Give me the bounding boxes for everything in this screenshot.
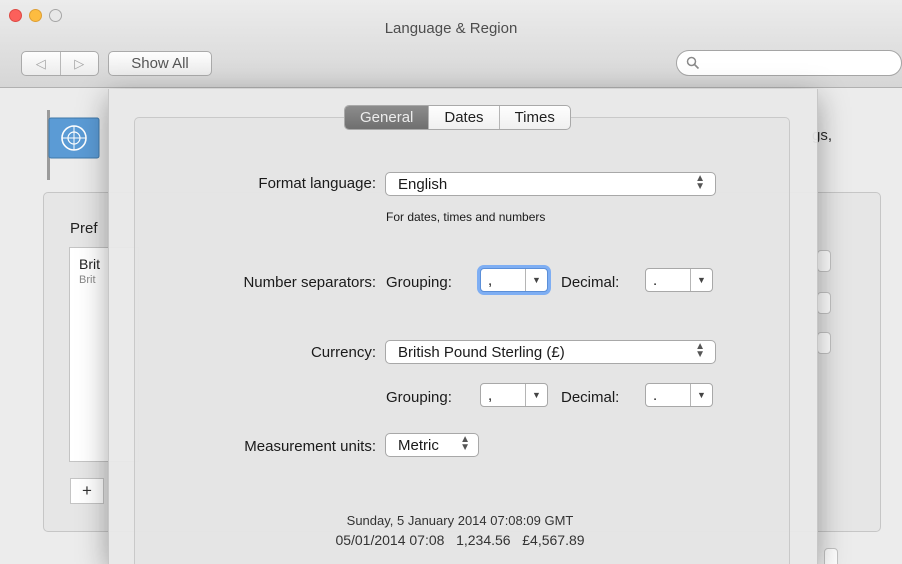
number-decimal-combo[interactable]: . ▼ xyxy=(645,268,713,292)
chevron-left-icon: ◁ xyxy=(35,55,46,71)
currency-grouping-combo[interactable]: , ▼ xyxy=(480,383,548,407)
chevron-down-icon[interactable]: ▼ xyxy=(525,269,547,291)
measurement-units-popup[interactable]: Metric ▲ ▼ xyxy=(385,433,479,457)
currency-decimal-label: Decimal: xyxy=(561,389,620,406)
united-nations-flag-icon xyxy=(47,110,100,180)
currency-grouping-value: , xyxy=(488,386,493,404)
updown-arrows-icon: ▲ ▼ xyxy=(460,434,470,453)
format-language-note: For dates, times and numbers xyxy=(386,210,546,224)
currency-decimal-value: . xyxy=(653,386,658,404)
forward-button[interactable]: ▷ xyxy=(59,52,99,75)
list-item-subtitle: Brit xyxy=(79,274,96,286)
format-language-label: Format language: xyxy=(258,175,376,192)
tab-general[interactable]: General xyxy=(345,106,429,129)
search-field[interactable] xyxy=(676,50,902,76)
first-day-popup[interactable] xyxy=(817,292,831,314)
currency-value: British Pound Sterling (£) xyxy=(398,343,565,361)
chevron-down-icon[interactable]: ▼ xyxy=(690,384,712,406)
measurement-units-value: Metric xyxy=(398,436,439,454)
preferences-window: Language & Region ◁ ▷ Show All gs, Pref xyxy=(0,0,902,564)
back-button[interactable]: ◁ xyxy=(22,52,60,75)
tab-bar: General Dates Times xyxy=(344,105,571,130)
updown-arrows-icon: ▲ ▼ xyxy=(695,341,705,360)
sample-numbers-line: 05/01/2014 07:08 1,234.56 £4,567.89 xyxy=(335,532,585,548)
back-forward-control: ◁ ▷ xyxy=(21,51,99,76)
number-decimal-label: Decimal: xyxy=(561,274,620,291)
number-grouping-label: Grouping: xyxy=(386,274,452,291)
number-separators-label: Number separators: xyxy=(243,274,376,291)
show-all-button[interactable]: Show All xyxy=(108,51,212,76)
measurement-units-label: Measurement units: xyxy=(244,438,376,455)
currency-grouping-label: Grouping: xyxy=(386,389,452,406)
format-language-value: English xyxy=(398,175,448,193)
preferred-languages-heading: Pref xyxy=(70,220,98,237)
title-bar: Language & Region ◁ ▷ Show All xyxy=(0,0,902,88)
currency-popup[interactable]: British Pound Sterling (£) ▲ ▼ xyxy=(385,340,716,364)
currency-decimal-combo[interactable]: . ▼ xyxy=(645,383,713,407)
tab-times[interactable]: Times xyxy=(498,106,570,129)
updown-arrows-icon: ▲ ▼ xyxy=(695,173,705,192)
region-popup[interactable] xyxy=(817,250,831,272)
sample-date-line: Sunday, 5 January 2014 07:08:09 GMT xyxy=(346,513,574,528)
apply-button[interactable] xyxy=(824,548,838,564)
number-decimal-value: . xyxy=(653,271,658,289)
calendar-popup[interactable] xyxy=(817,332,831,354)
number-grouping-value: , xyxy=(488,271,493,289)
search-icon xyxy=(686,56,700,70)
number-grouping-combo[interactable]: , ▼ xyxy=(480,268,548,292)
list-item: Brit xyxy=(79,256,100,272)
currency-label: Currency: xyxy=(310,344,376,361)
window-title: Language & Region xyxy=(384,20,518,37)
chevron-right-icon: ▷ xyxy=(74,55,85,71)
chevron-down-icon[interactable]: ▼ xyxy=(525,384,547,406)
tab-dates[interactable]: Dates xyxy=(428,106,498,129)
add-language-button[interactable]: + xyxy=(70,478,104,504)
chevron-down-icon[interactable]: ▼ xyxy=(690,269,712,291)
format-language-popup[interactable]: English ▲ ▼ xyxy=(385,172,716,196)
